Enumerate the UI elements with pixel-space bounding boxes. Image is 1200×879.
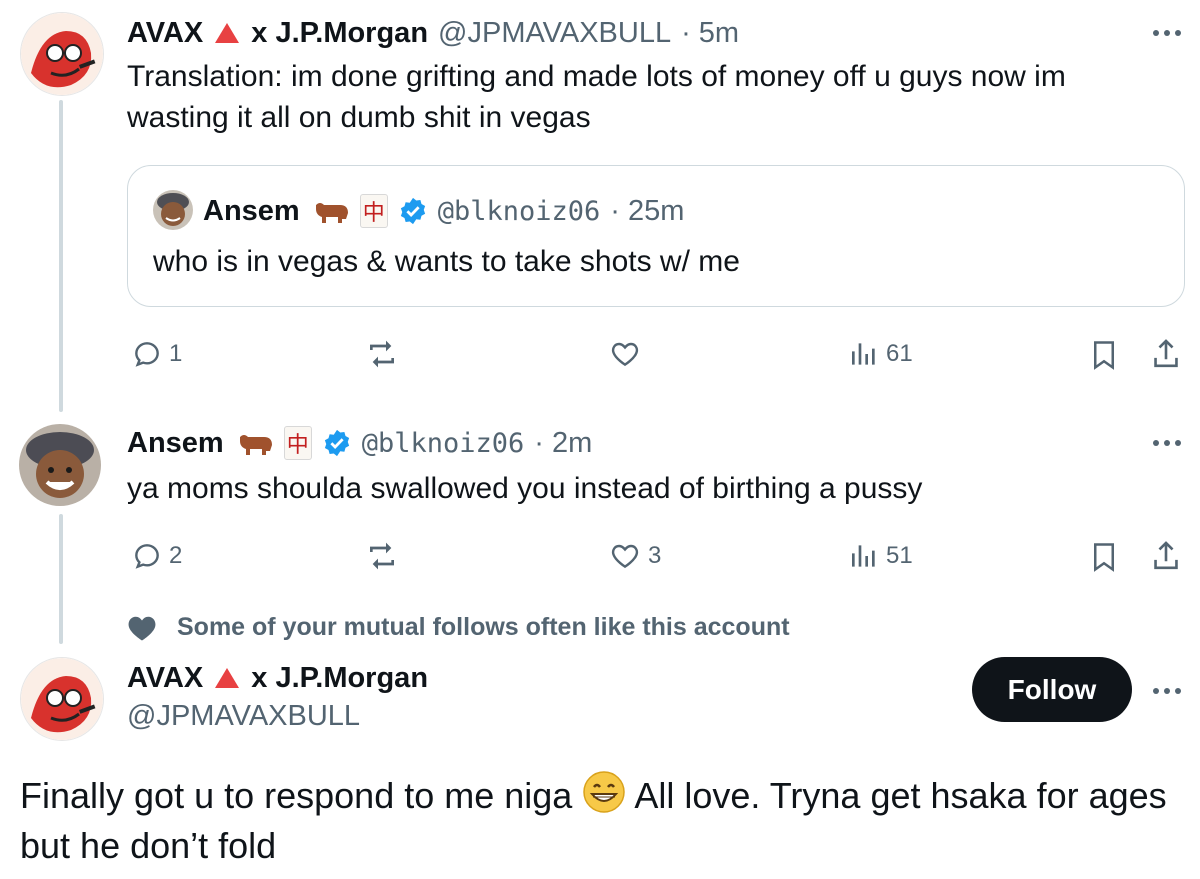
tweet2-header: Ansem 中 @blknoiz06 · 2m — [127, 424, 592, 462]
avatar-avax[interactable] — [20, 657, 104, 741]
more-options-icon[interactable] — [1153, 440, 1181, 446]
views-count: 51 — [886, 542, 913, 569]
bookmark-icon[interactable] — [1089, 540, 1119, 574]
heart-filled-icon — [128, 616, 156, 640]
grinning-emoji-icon — [583, 771, 626, 813]
timestamp[interactable]: · 2m — [534, 427, 592, 460]
like-icon — [611, 342, 639, 367]
bull-icon — [312, 198, 348, 223]
mahjong-tile-icon: 中 — [359, 194, 388, 228]
like-count: 3 — [648, 542, 662, 569]
views-button[interactable]: 61 — [848, 338, 913, 370]
profile-handle[interactable]: @JPMAVAXBULL — [127, 700, 360, 733]
thread-line-2 — [59, 514, 63, 644]
display-name[interactable]: Ansem — [127, 427, 224, 460]
social-context-text: Some of your mutual follows often like t… — [177, 613, 790, 641]
tweet-text: ya moms shoulda swallowed you instead of… — [127, 472, 923, 505]
quote-text: who is in vegas & wants to take shots w/… — [153, 245, 740, 278]
avatar-avax[interactable] — [20, 12, 104, 96]
mahjong-tile-icon: 中 — [283, 426, 312, 460]
more-options-icon[interactable] — [1153, 30, 1181, 36]
handle[interactable]: @JPMAVAXBULL — [438, 17, 671, 50]
quote-header: Ansem 中 @blknoiz06 · 25m — [203, 192, 684, 230]
verified-badge-icon — [400, 197, 425, 225]
bull-icon — [236, 430, 272, 455]
avatar-ansem[interactable] — [19, 424, 101, 506]
profile-display-name[interactable]: AVAX — [127, 662, 203, 695]
timestamp[interactable]: · 5m — [681, 17, 739, 50]
handle[interactable]: @blknoiz06 — [362, 428, 525, 459]
reply-count: 2 — [169, 542, 183, 569]
verified-badge-icon — [324, 429, 349, 457]
reply-count: 1 — [169, 340, 183, 367]
follow-button[interactable]: Follow — [972, 657, 1132, 722]
quote-timestamp: · 25m — [610, 194, 685, 227]
views-button[interactable]: 51 — [848, 540, 913, 572]
quoted-tweet[interactable] — [127, 165, 1185, 307]
display-name-suffix[interactable]: x J.P.Morgan — [251, 17, 428, 50]
quote-display-name: Ansem — [203, 194, 300, 227]
like-button[interactable]: 3 — [608, 540, 661, 572]
repost-button[interactable] — [364, 540, 406, 572]
avatar-ansem-small[interactable] — [153, 190, 193, 230]
share-icon[interactable] — [1150, 337, 1182, 371]
views-icon — [852, 545, 875, 567]
like-icon — [611, 544, 639, 569]
social-context: Some of your mutual follows often like t… — [127, 613, 790, 642]
red-triangle-icon — [215, 668, 240, 688]
bookmark-icon[interactable] — [1089, 338, 1119, 372]
profile-name-row: AVAX x J.P.Morgan — [127, 659, 428, 697]
tweet-text: Translation: im done grifting and made l… — [127, 60, 1066, 134]
reply-button[interactable]: 1 — [131, 338, 182, 370]
share-icon[interactable] — [1150, 539, 1182, 573]
quote-handle: @blknoiz06 — [437, 195, 601, 227]
repost-icon — [370, 542, 394, 570]
post-text-part1: Finally got u to respond to me niga — [20, 775, 573, 816]
red-triangle-icon — [215, 23, 240, 43]
more-options-icon[interactable] — [1153, 688, 1181, 694]
tweet1-header: AVAX x J.P.Morgan @JPMAVAXBULL · 5m — [127, 14, 739, 52]
views-count: 61 — [886, 340, 913, 367]
reply-icon — [135, 342, 159, 367]
like-button[interactable] — [608, 338, 648, 370]
profile-display-name-suffix[interactable]: x J.P.Morgan — [251, 662, 428, 695]
post-text: Finally got u to respond to me niga All … — [20, 770, 1180, 871]
repost-icon — [370, 340, 394, 368]
repost-button[interactable] — [364, 338, 406, 370]
reply-icon — [135, 544, 159, 569]
display-name[interactable]: AVAX — [127, 17, 203, 50]
thread-line — [59, 100, 63, 412]
views-icon — [852, 343, 875, 365]
reply-button[interactable]: 2 — [131, 540, 182, 572]
